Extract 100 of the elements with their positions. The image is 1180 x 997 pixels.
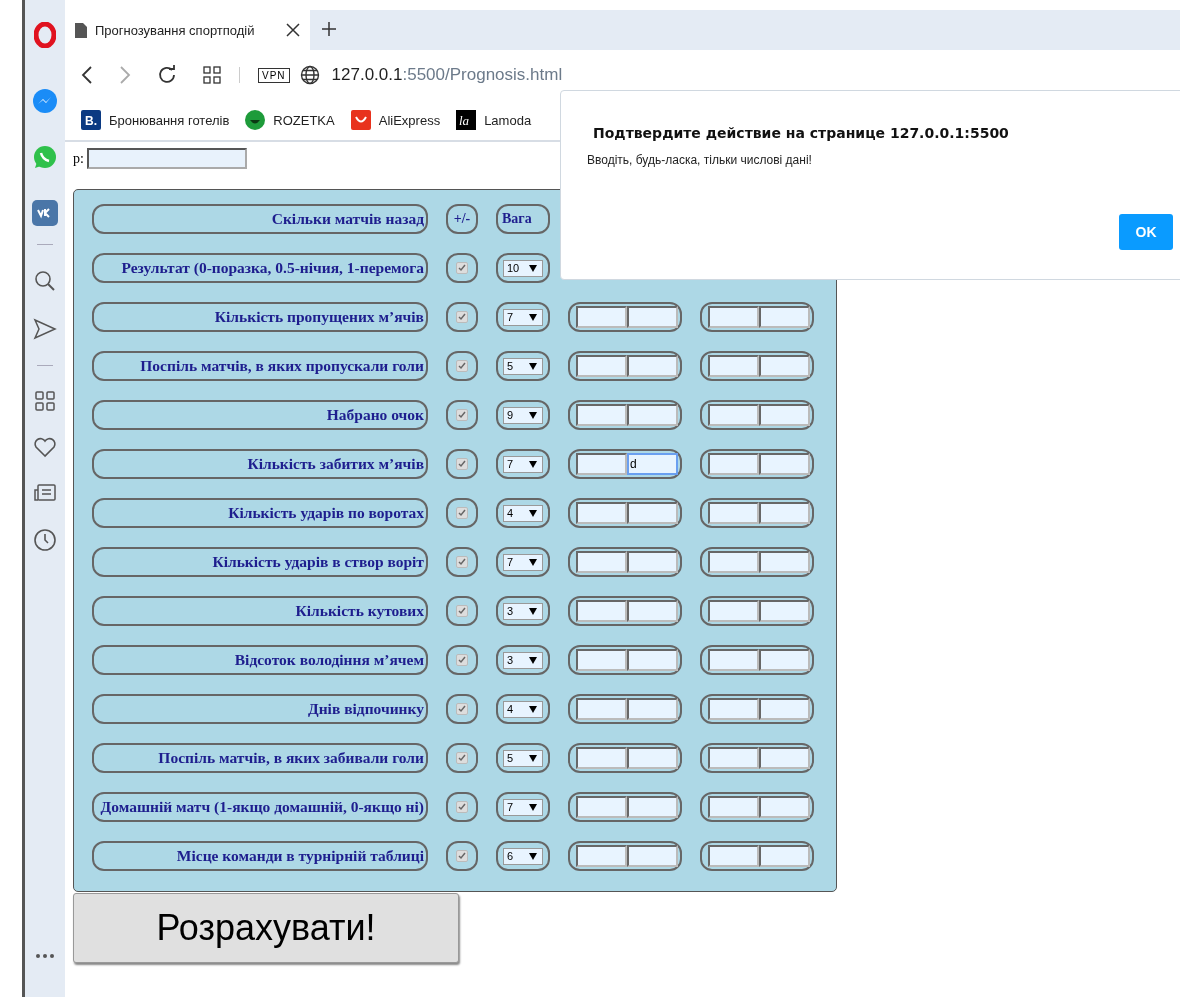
value-input-field[interactable] [576,796,627,818]
grid-icon[interactable] [34,390,56,412]
send-icon[interactable] [33,317,57,341]
checkbox[interactable] [456,605,468,617]
checkbox[interactable] [456,507,468,519]
value-input-field[interactable] [576,551,627,573]
value-input-field[interactable] [576,404,627,426]
calculate-button[interactable]: Розрахувати! [73,893,459,963]
value-input-field[interactable] [708,747,759,769]
value-input-field[interactable] [759,698,810,720]
grid-icon[interactable] [203,66,221,84]
caret-icon [529,460,537,468]
value-input-field[interactable] [708,306,759,328]
value-input-field[interactable] [759,404,810,426]
value-input-field[interactable]: d [627,453,678,475]
checkbox[interactable] [456,654,468,666]
value-input-field[interactable] [759,355,810,377]
heart-icon[interactable] [33,436,57,458]
value-input-field[interactable] [627,355,678,377]
value-input-field[interactable] [627,551,678,573]
clock-icon[interactable] [33,528,57,552]
checkbox[interactable] [456,556,468,568]
search-icon[interactable] [33,269,57,293]
messenger-icon[interactable] [32,88,58,114]
value-input-field[interactable] [576,600,627,622]
weight-select[interactable]: 4 [503,700,543,718]
weight-select[interactable]: 7 [503,798,543,816]
browser-tab[interactable]: Прогнозування спортподій [65,10,310,50]
value-input-field[interactable] [627,306,678,328]
value-input-field[interactable] [576,649,627,671]
vk-icon[interactable] [32,200,58,226]
value-input-field[interactable] [708,404,759,426]
back-icon[interactable] [81,65,93,85]
value-input-field[interactable] [759,649,810,671]
bookmark-link[interactable]: Бронювання готелів [109,112,230,128]
weight-select[interactable]: 7 [503,553,543,571]
weight-select[interactable]: 3 [503,651,543,669]
checkbox[interactable] [456,703,468,715]
value-input-field[interactable] [759,796,810,818]
value-input-field[interactable] [576,355,627,377]
value-input-field[interactable] [708,502,759,524]
checkbox[interactable] [456,262,468,274]
bookmark-link[interactable]: Lamoda [484,112,532,128]
value-input-field[interactable] [627,600,678,622]
value-input-field[interactable] [627,698,678,720]
checkbox[interactable] [456,850,468,862]
plus-icon[interactable] [322,22,336,36]
weight-select[interactable]: 4 [503,504,543,522]
checkbox[interactable] [456,409,468,421]
checkbox[interactable] [456,752,468,764]
value-input-field[interactable] [627,747,678,769]
opera-logo-icon[interactable] [34,22,56,48]
value-input-field[interactable] [759,747,810,769]
weight-select[interactable]: 9 [503,406,543,424]
weight-select[interactable]: 6 [503,847,543,865]
value-input-field[interactable] [576,453,627,475]
address-url[interactable]: 127.0.0.1:5500/Prognosis.html [331,65,563,85]
weight-select[interactable]: 5 [503,357,543,375]
weight-select[interactable]: 3 [503,602,543,620]
more-icon[interactable] [35,953,55,959]
value-input-field[interactable] [759,600,810,622]
value-input-field[interactable] [708,600,759,622]
value-input-field[interactable] [627,649,678,671]
weight-select[interactable]: 7 [503,308,543,326]
p-input-field[interactable] [86,148,247,169]
value-input-field[interactable] [708,845,759,867]
value-input-field[interactable] [576,698,627,720]
value-input-field[interactable] [576,306,627,328]
checkbox[interactable] [456,360,468,372]
weight-select[interactable]: 5 [503,749,543,767]
value-input-field[interactable] [708,649,759,671]
value-input-field[interactable] [759,551,810,573]
value-input-field[interactable] [759,306,810,328]
value-input-field[interactable] [759,845,810,867]
value-input-field[interactable] [708,698,759,720]
value-input-field[interactable] [708,453,759,475]
value-input-field[interactable] [576,747,627,769]
close-icon[interactable] [286,23,300,37]
value-input-field[interactable] [759,453,810,475]
value-input-field[interactable] [627,796,678,818]
news-icon[interactable] [33,482,57,504]
bookmark-link[interactable]: AliExpress [378,112,441,128]
value-input-field[interactable] [627,845,678,867]
vpn-badge[interactable]: VPN [258,67,290,83]
bookmark-link[interactable]: ROZETKA [273,112,335,128]
value-input-field[interactable] [708,796,759,818]
checkbox[interactable] [456,311,468,323]
value-input-field[interactable] [708,355,759,377]
weight-select[interactable]: 7 [503,455,543,473]
checkbox[interactable] [456,458,468,470]
value-input-field[interactable] [627,502,678,524]
weight-select[interactable]: 10 [503,259,543,277]
value-input-field[interactable] [576,845,627,867]
checkbox[interactable] [456,801,468,813]
reload-icon[interactable] [157,65,177,85]
value-input-field[interactable] [576,502,627,524]
value-input-field[interactable] [759,502,810,524]
value-input-field[interactable] [708,551,759,573]
dialog-title: Подтвердите действие на странице 127.0.0.1:5500 [593,125,1010,141]
value-input-field[interactable] [627,404,678,426]
